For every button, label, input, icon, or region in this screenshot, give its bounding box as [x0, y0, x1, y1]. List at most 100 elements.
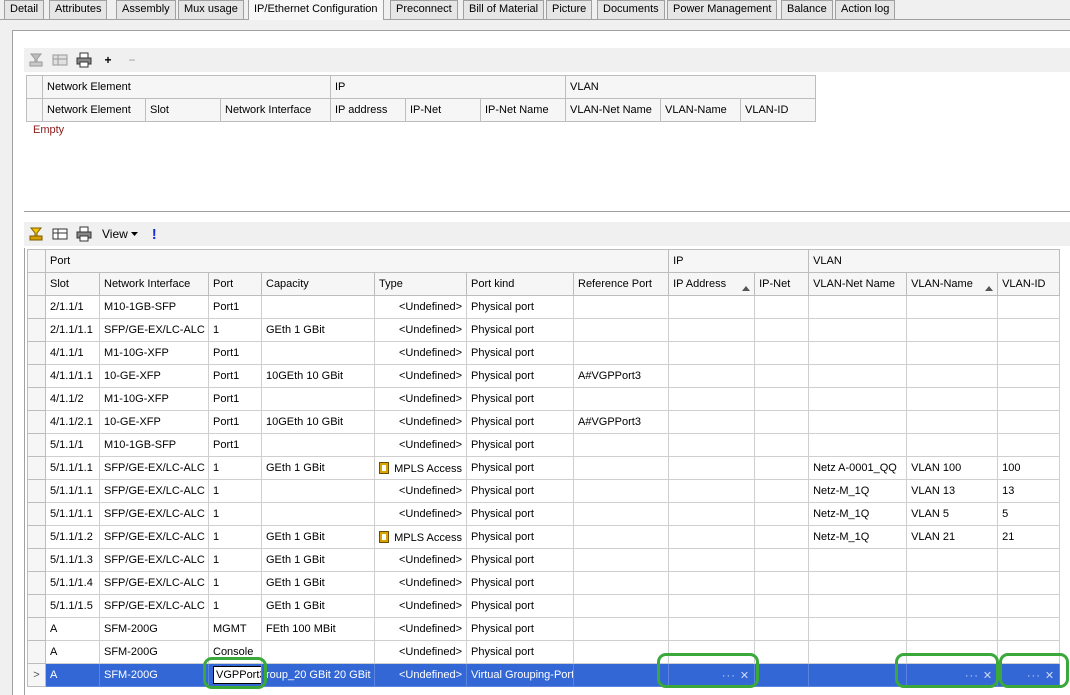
cell-vlan-net-name[interactable]: [808, 433, 908, 457]
cell-ip-net[interactable]: [754, 525, 810, 549]
table-row[interactable]: 5/1.1/1.1 SFP/GE-EX/LC-ALC 1 GEth 1 GBit MPL…: [27, 456, 1061, 480]
cell-port-kind[interactable]: Physical port: [466, 548, 574, 572]
row-indicator[interactable]: [27, 479, 46, 503]
cell-slot[interactable]: 4/1.1/2.1: [45, 410, 100, 434]
cell-vlan-id[interactable]: [997, 341, 1061, 365]
cell-port[interactable]: Console: [208, 640, 262, 664]
cell-capacity[interactable]: [261, 502, 375, 526]
cell-vlan-net-name[interactable]: [808, 571, 908, 595]
table-row[interactable]: 5/1.1/1.1 SFP/GE-EX/LC-ALC 1 <Undefined> Phy…: [27, 502, 1061, 526]
cell-type[interactable]: <Undefined>: [374, 640, 467, 664]
tab-balance[interactable]: Balance: [781, 0, 833, 19]
cell-vlan-name[interactable]: [906, 341, 999, 365]
cell-port[interactable]: Port1: [208, 387, 262, 411]
cell-vlan-net-name[interactable]: [808, 364, 908, 388]
table-row[interactable]: > A SFM-200G VGPPort3 roup_20 GBit 20 GBit <U…: [27, 663, 1061, 687]
row-indicator[interactable]: [27, 525, 46, 549]
table-row[interactable]: 5/1.1/1 M10-1GB-SFP Port1 <Undefined> Physic…: [27, 433, 1061, 457]
cell-reference-port[interactable]: [572, 341, 670, 365]
cell-reference-port[interactable]: [572, 571, 670, 595]
cell-network-interface[interactable]: SFP/GE-EX/LC-ALC: [99, 525, 209, 549]
cell-ip-net[interactable]: [754, 456, 810, 480]
cell-vlan-id[interactable]: [997, 410, 1061, 434]
cell-vlan-net-name[interactable]: [808, 295, 908, 319]
cell-vlan-net-name[interactable]: [808, 640, 908, 664]
cell-type[interactable]: <Undefined>: [374, 571, 467, 595]
cell-ip-address[interactable]: ··· ✕: [668, 663, 756, 687]
table-row[interactable]: 2/1.1/1.1 SFP/GE-EX/LC-ALC 1 GEth 1 GBit <Un…: [27, 318, 1061, 342]
row-indicator[interactable]: >: [27, 663, 46, 687]
cell-vlan-name[interactable]: [906, 433, 999, 457]
tab-ip-ethernet-configuration[interactable]: IP/Ethernet Configuration: [248, 0, 384, 20]
cell-reference-port[interactable]: [572, 640, 670, 664]
cell-capacity[interactable]: [261, 479, 375, 503]
cell-network-interface[interactable]: SFP/GE-EX/LC-ALC: [99, 594, 209, 618]
cell-capacity[interactable]: GEth 1 GBit: [261, 318, 375, 342]
cell-vlan-net-name[interactable]: Netz-M_1Q: [808, 502, 908, 526]
cell-ip-address[interactable]: [668, 410, 756, 434]
cell-capacity[interactable]: GEth 1 GBit: [261, 571, 375, 595]
cell-vlan-id[interactable]: [997, 548, 1061, 572]
cell-vlan-id[interactable]: [997, 433, 1061, 457]
cell-network-interface[interactable]: SFP/GE-EX/LC-ALC: [99, 456, 209, 480]
cell-reference-port[interactable]: A#VGPPort3: [572, 364, 670, 388]
cell-vlan-name[interactable]: [906, 387, 999, 411]
cell-port-kind[interactable]: Physical port: [466, 594, 574, 618]
table-row[interactable]: A SFM-200G Console <Undefined> Physical port: [27, 640, 1061, 664]
row-indicator[interactable]: [27, 594, 46, 618]
cell-vlan-id[interactable]: 100: [997, 456, 1061, 480]
cell-port[interactable]: VGPPort3: [208, 663, 262, 687]
cell-vlan-name[interactable]: [906, 571, 999, 595]
table-row[interactable]: A SFM-200G MGMT FEth 100 MBit <Undefined> Phy…: [27, 617, 1061, 641]
cell-ip-address[interactable]: [668, 433, 756, 457]
cell-port[interactable]: 1: [208, 502, 262, 526]
cell-reference-port[interactable]: [572, 594, 670, 618]
cell-reference-port[interactable]: [572, 479, 670, 503]
cell-ip-net[interactable]: [754, 548, 810, 572]
tab-action-log[interactable]: Action log: [835, 0, 896, 19]
column-header-vlan-net-name[interactable]: VLAN-Net Name: [808, 272, 908, 296]
column-header-capacity[interactable]: Capacity: [261, 272, 375, 296]
cell-ip-net[interactable]: [754, 364, 810, 388]
cell-ip-address[interactable]: [668, 295, 756, 319]
cell-slot[interactable]: 5/1.1/1.1: [45, 456, 100, 480]
cell-capacity[interactable]: GEth 1 GBit: [261, 548, 375, 572]
clear-icon[interactable]: ✕: [740, 670, 750, 682]
cell-port-kind[interactable]: Physical port: [466, 525, 574, 549]
cell-vlan-net-name[interactable]: [808, 410, 908, 434]
cell-ip-address[interactable]: [668, 456, 756, 480]
table-row[interactable]: 4/1.1/2 M1-10G-XFP Port1 <Undefined> Physica…: [27, 387, 1061, 411]
cell-vlan-net-name[interactable]: [808, 617, 908, 641]
cell-port-kind[interactable]: Physical port: [466, 364, 574, 388]
cell-port[interactable]: Port1: [208, 433, 262, 457]
column-header-vlan-id[interactable]: VLAN-ID: [997, 272, 1061, 296]
cell-vlan-net-name[interactable]: [808, 318, 908, 342]
cell-vlan-id[interactable]: 21: [997, 525, 1061, 549]
row-indicator[interactable]: [27, 502, 46, 526]
cell-network-interface[interactable]: SFM-200G: [99, 640, 209, 664]
columns-icon[interactable]: [48, 49, 72, 71]
port-editor[interactable]: VGPPort3: [213, 666, 261, 684]
tab-power-management[interactable]: Power Management: [667, 0, 778, 19]
row-indicator[interactable]: [27, 617, 46, 641]
cell-ip-net[interactable]: [754, 295, 810, 319]
cell-vlan-name[interactable]: [906, 617, 999, 641]
cell-reference-port[interactable]: A#VGPPort3: [572, 410, 670, 434]
cell-vlan-name[interactable]: [906, 318, 999, 342]
cell-network-interface[interactable]: 10-GE-XFP: [99, 410, 209, 434]
column-header-ip-net[interactable]: IP-Net: [405, 98, 481, 122]
cell-slot[interactable]: 5/1.1/1.1: [45, 479, 100, 503]
table-row[interactable]: 2/1.1/1 M10-1GB-SFP Port1 <Undefined> Physic…: [27, 295, 1061, 319]
cell-slot[interactable]: 2/1.1/1.1: [45, 318, 100, 342]
cell-ip-address[interactable]: [668, 571, 756, 595]
cell-type[interactable]: <Undefined>: [374, 479, 467, 503]
ellipsis-icon[interactable]: ···: [965, 670, 979, 682]
cell-vlan-name[interactable]: ··· ✕: [906, 663, 999, 687]
row-indicator[interactable]: [27, 571, 46, 595]
cell-ip-net[interactable]: [754, 594, 810, 618]
column-header-network-element[interactable]: Network Element: [42, 98, 146, 122]
cell-ip-address[interactable]: [668, 502, 756, 526]
cell-vlan-name[interactable]: [906, 364, 999, 388]
cell-capacity[interactable]: [261, 640, 375, 664]
cell-type[interactable]: <Undefined>: [374, 594, 467, 618]
